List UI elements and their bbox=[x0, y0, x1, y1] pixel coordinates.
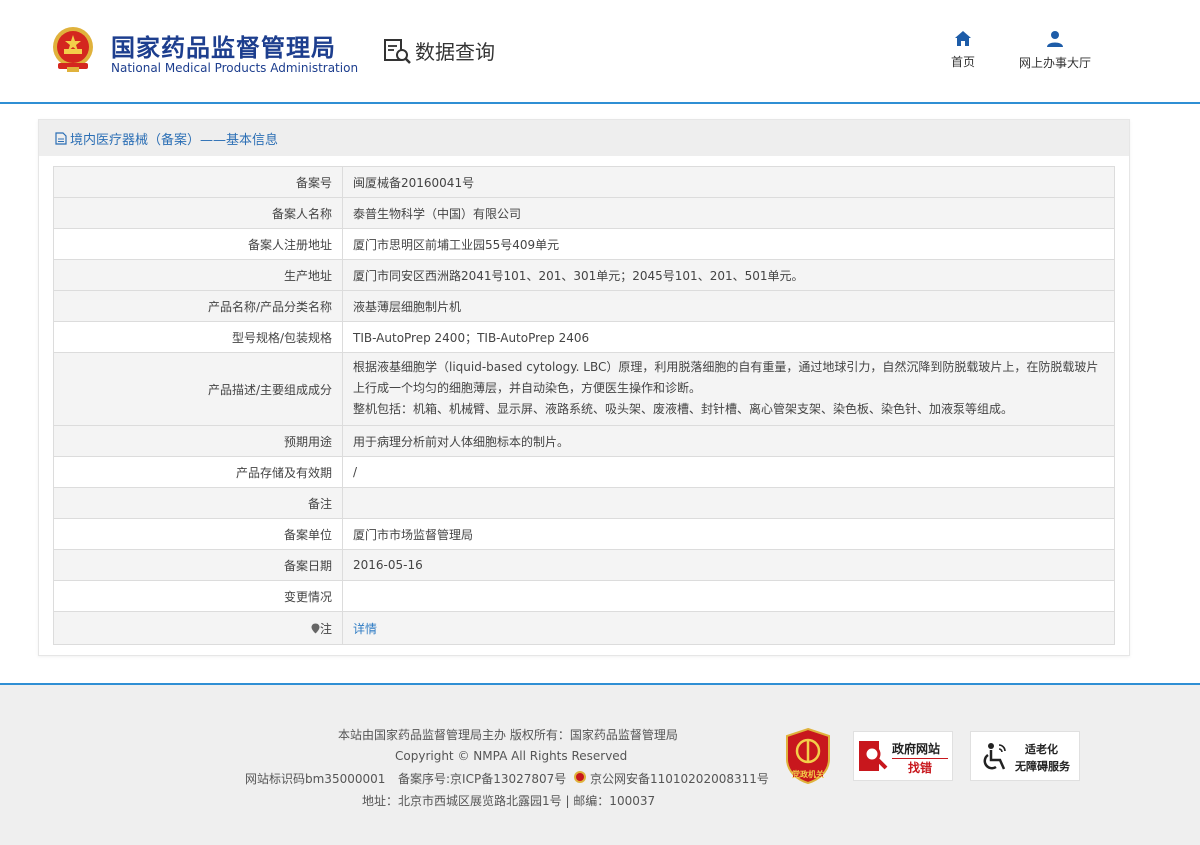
info-table: 备案号 闽厦械备20160041号 备案人名称 泰普生物科学（中国）有限公司 备… bbox=[53, 166, 1115, 645]
nav-hall-label: 网上办事大厅 bbox=[1018, 56, 1091, 70]
row-label: 备案人注册地址 bbox=[53, 228, 343, 260]
row-label: 备案号 bbox=[53, 166, 343, 198]
table-row: 产品名称/产品分类名称 液基薄层细胞制片机 bbox=[53, 290, 1115, 322]
table-row: 注 详情 bbox=[53, 611, 1115, 645]
table-row: 变更情况 bbox=[53, 580, 1115, 612]
panel-title: 境内医疗器械（备案）——基本信息 bbox=[39, 120, 1129, 156]
table-row: 备案人名称 泰普生物科学（中国）有限公司 bbox=[53, 197, 1115, 229]
details-link[interactable]: 详情 bbox=[353, 622, 377, 636]
row-label: 备案单位 bbox=[53, 518, 343, 550]
magnifier-icon bbox=[859, 741, 888, 771]
row-label: 产品描述/主要组成成分 bbox=[53, 352, 343, 426]
document-icon bbox=[55, 131, 67, 145]
footer-icp-link[interactable]: 备案序号:京ICP备13027807号 bbox=[398, 770, 566, 787]
user-icon bbox=[1047, 31, 1063, 47]
data-search-icon bbox=[384, 38, 411, 64]
row-label: 产品存储及有效期 bbox=[53, 456, 343, 488]
footer-police-record-link[interactable]: 京公网安备11010202008311号 bbox=[590, 770, 769, 787]
table-row: 型号规格/包装规格 TIB-AutoPrep 2400；TIB-AutoPrep… bbox=[53, 321, 1115, 353]
table-row: 备案人注册地址 厦门市思明区前埔工业园55号409单元 bbox=[53, 228, 1115, 260]
row-value: 液基薄层细胞制片机 bbox=[342, 290, 1115, 322]
row-value bbox=[342, 580, 1115, 612]
row-value: 2016-05-16 bbox=[342, 549, 1115, 581]
site-title: 国家药品监督管理局 bbox=[111, 34, 336, 62]
row-value: TIB-AutoPrep 2400；TIB-AutoPrep 2406 bbox=[342, 321, 1115, 353]
row-value: 根据液基细胞学（liquid-based cytology. LBC）原理，利用… bbox=[342, 352, 1115, 426]
badge-gov-label: 党政机关 bbox=[792, 770, 824, 779]
row-value: 用于病理分析前对人体细胞标本的制片。 bbox=[342, 425, 1115, 457]
basic-info-panel: 境内医疗器械（备案）——基本信息 备案号 闽厦械备20160041号 备案人名称… bbox=[38, 119, 1130, 656]
row-value: 厦门市思明区前埔工业园55号409单元 bbox=[342, 228, 1115, 260]
accessibility-service-badge[interactable]: 适老化 无障碍服务 bbox=[970, 731, 1080, 781]
section-label: 数据查询 bbox=[415, 40, 495, 64]
product-description: 根据液基细胞学（liquid-based cytology. LBC）原理，利用… bbox=[353, 360, 1099, 395]
row-value: / bbox=[342, 456, 1115, 488]
footer-copyright: Copyright © NMPA All Rights Reserved bbox=[395, 749, 628, 763]
note-label: 注 bbox=[319, 621, 332, 636]
footer-sponsor: 本站由国家药品监督管理局主办 版权所有：国家药品监督管理局 bbox=[338, 728, 678, 742]
section-heading: 数据查询 bbox=[383, 36, 495, 65]
table-row: 预期用途 用于病理分析前对人体细胞标本的制片。 bbox=[53, 425, 1115, 457]
site-title-english: National Medical Products Administration bbox=[111, 61, 359, 75]
row-label: 备注 bbox=[53, 487, 343, 519]
accessibility-icon bbox=[983, 743, 1006, 770]
panel-title-text: 境内医疗器械（备案）——基本信息 bbox=[70, 132, 279, 148]
report-website-error-badge[interactable]: 政府网站 找错 bbox=[853, 731, 953, 781]
site-header: 国家药品监督管理局 National Medical Products Admi… bbox=[0, 0, 1200, 104]
row-label: 变更情况 bbox=[53, 580, 343, 612]
nav-home[interactable]: 首页 bbox=[945, 30, 981, 70]
row-label: 产品名称/产品分类名称 bbox=[53, 290, 343, 322]
row-label: 生产地址 bbox=[53, 259, 343, 291]
row-value: 详情 bbox=[342, 611, 1115, 645]
party-government-badge[interactable]: 党政机关 bbox=[784, 727, 832, 785]
nav-online-service-hall[interactable]: 网上办事大厅 bbox=[1010, 30, 1100, 71]
row-label: 注 bbox=[53, 611, 343, 645]
row-value: 厦门市市场监督管理局 bbox=[342, 518, 1115, 550]
site-footer: 本站由国家药品监督管理局主办 版权所有：国家药品监督管理局 Copyright … bbox=[0, 683, 1200, 845]
badge-error-title: 政府网站 bbox=[892, 742, 941, 756]
badge-access-title: 适老化 bbox=[1025, 743, 1058, 756]
badge-error-sub: 找错 bbox=[892, 758, 948, 776]
row-value: 厦门市同安区西洲路2041号101、201、301单元；2045号101、201… bbox=[342, 259, 1115, 291]
table-row: 生产地址 厦门市同安区西洲路2041号101、201、301单元；2045号10… bbox=[53, 259, 1115, 291]
row-label: 型号规格/包装规格 bbox=[53, 321, 343, 353]
row-label: 预期用途 bbox=[53, 425, 343, 457]
table-row: 备案日期 2016-05-16 bbox=[53, 549, 1115, 581]
location-pin-icon bbox=[311, 623, 320, 633]
product-components: 整机包括：机箱、机械臂、显示屏、液路系统、吸头架、废液槽、封针槽、离心管架支架、… bbox=[353, 402, 1014, 416]
national-emblem-icon bbox=[53, 27, 93, 72]
footer-address: 地址：北京市西城区展览路北露园1号 | 邮编：100037 bbox=[362, 794, 656, 808]
police-badge-icon bbox=[574, 771, 586, 783]
table-row: 备案号 闽厦械备20160041号 bbox=[53, 166, 1115, 198]
row-value bbox=[342, 487, 1115, 519]
table-row: 备案单位 厦门市市场监督管理局 bbox=[53, 518, 1115, 550]
table-row: 产品存储及有效期 / bbox=[53, 456, 1115, 488]
table-row: 产品描述/主要组成成分 根据液基细胞学（liquid-based cytolog… bbox=[53, 352, 1115, 426]
badge-access-sub: 无障碍服务 bbox=[1015, 760, 1070, 773]
table-row: 备注 bbox=[53, 487, 1115, 519]
row-label: 备案人名称 bbox=[53, 197, 343, 229]
row-value: 闽厦械备20160041号 bbox=[342, 166, 1115, 198]
row-value: 泰普生物科学（中国）有限公司 bbox=[342, 197, 1115, 229]
nav-home-label: 首页 bbox=[950, 55, 975, 69]
home-icon bbox=[955, 31, 971, 46]
row-label: 备案日期 bbox=[53, 549, 343, 581]
footer-site-id: 网站标识码bm35000001 bbox=[245, 772, 386, 786]
